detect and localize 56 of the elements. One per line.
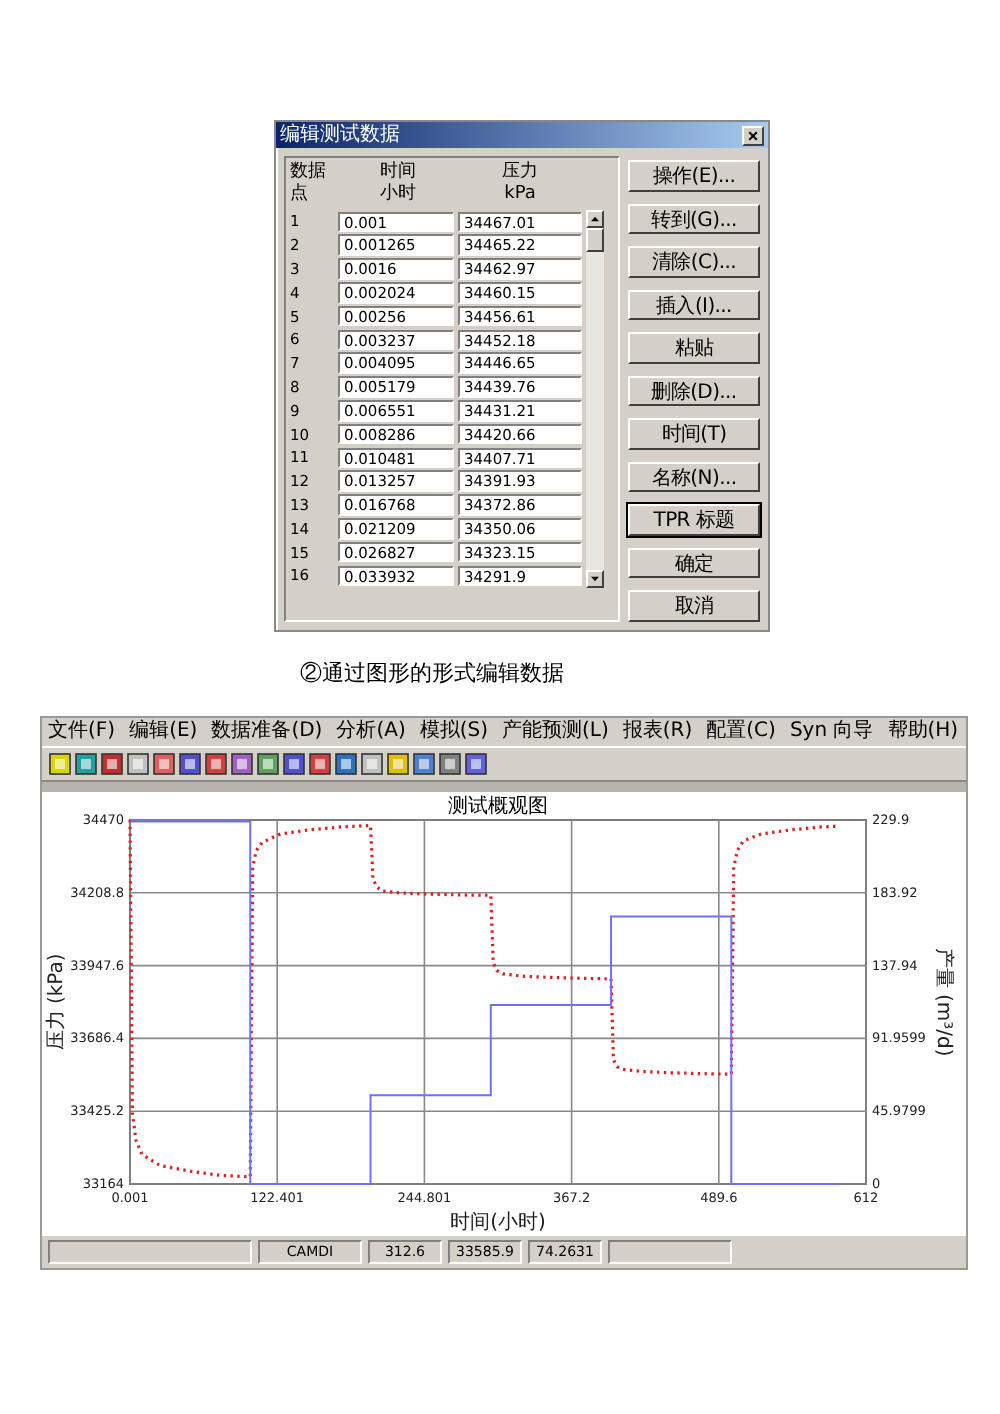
square-icon[interactable] [100, 751, 124, 775]
column-header: 压力 [502, 162, 538, 184]
menu-item[interactable]: 编辑(E) [129, 719, 198, 743]
scroll-up-icon[interactable] [586, 210, 604, 228]
square-icon[interactable] [386, 751, 410, 775]
square-icon[interactable] [282, 751, 306, 775]
chart-title: 测试概观图 [448, 795, 548, 817]
menu-item[interactable]: 产能预测(L) [502, 719, 609, 743]
menu-item[interactable]: 配置(C) [706, 719, 776, 743]
dialog-button[interactable]: 转到(G)... [628, 203, 760, 234]
square-icon[interactable] [126, 751, 150, 775]
dialog-button[interactable]: 插入(I)... [628, 289, 760, 320]
dialog-button[interactable]: 名称(N)... [628, 461, 760, 492]
x-axis-label: 时间(小时) [450, 1211, 546, 1233]
scroll-down-icon[interactable] [586, 569, 604, 588]
column-header: 时间 [380, 162, 416, 183]
square-icon[interactable] [74, 751, 98, 775]
dialog-button[interactable]: 删除(D)... [628, 375, 760, 406]
menu-item[interactable]: Syn 向导 [789, 719, 874, 743]
window-title: 编辑测试数据 [280, 123, 400, 147]
caption-text: ②通过图形的形式编辑数据 [300, 659, 566, 687]
dialog-button[interactable]: 确定 [628, 547, 760, 578]
column-header: 小时 [380, 184, 416, 206]
square-icon[interactable] [230, 751, 254, 775]
square-icon[interactable] [438, 751, 462, 775]
dialog-button[interactable]: 清除(C)... [628, 246, 760, 277]
square-icon[interactable] [412, 751, 436, 775]
square-icon[interactable] [308, 751, 332, 775]
square-icon[interactable] [152, 751, 176, 775]
column-header: 点 [290, 184, 308, 206]
menu-item[interactable]: 帮助(H) [887, 719, 959, 743]
menu-item[interactable]: 数据准备(D) [211, 719, 323, 743]
square-icon[interactable] [256, 751, 280, 775]
dialog-button[interactable]: 时间(T) [628, 418, 760, 449]
right-axis-label: 产量 (m³/d) [932, 946, 954, 1056]
dialog-button[interactable]: 粘贴 [628, 332, 760, 363]
menu-item[interactable]: 模拟(S) [419, 719, 489, 743]
scrollbar[interactable] [586, 210, 604, 588]
square-icon[interactable] [204, 751, 228, 775]
dialog-button[interactable]: 取消 [628, 590, 760, 621]
menu-item[interactable]: 文件(F) [48, 719, 116, 743]
close-button[interactable]: × [742, 125, 764, 145]
dialog-button[interactable]: TPR 标题 [628, 504, 760, 535]
square-icon[interactable] [178, 751, 202, 775]
square-icon[interactable] [360, 751, 384, 775]
column-header: 数据 [290, 162, 326, 183]
square-icon[interactable] [464, 751, 488, 775]
square-icon[interactable] [48, 751, 72, 775]
status-panel [608, 1239, 732, 1263]
menu-item[interactable]: 报表(R) [622, 719, 693, 743]
scroll-thumb[interactable] [586, 228, 604, 252]
menu-item[interactable]: 分析(A) [336, 719, 406, 743]
y-axis-label: 压力 (kPa) [46, 952, 68, 1050]
square-icon[interactable] [334, 751, 358, 775]
dialog-button[interactable]: 操作(E)... [628, 160, 760, 191]
column-header: kPa [504, 184, 536, 206]
